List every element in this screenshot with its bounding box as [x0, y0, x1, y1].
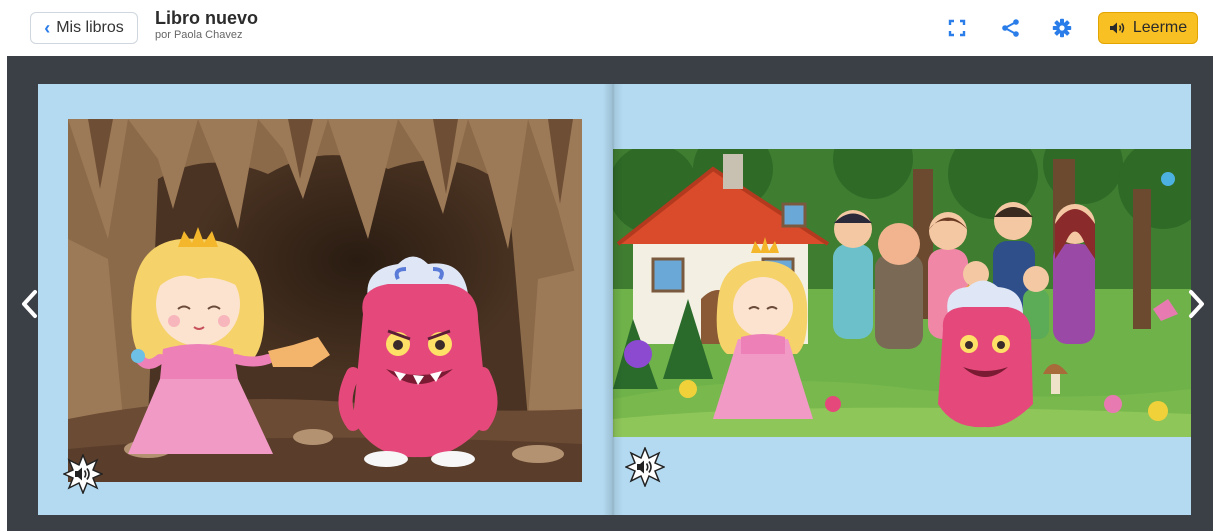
book-author: por Paola Chavez — [155, 29, 243, 41]
top-bar: ‹ Mis libros Libro nuevo por Paola Chave… — [0, 0, 1213, 56]
next-page-button[interactable] — [1183, 286, 1211, 322]
right-page — [613, 84, 1191, 515]
back-button-label: Mis libros — [56, 19, 124, 36]
chevron-left-icon: ‹ — [44, 18, 51, 38]
book-title: Libro nuevo — [155, 8, 258, 28]
speaker-icon — [1109, 22, 1125, 34]
back-to-my-books-button[interactable]: ‹ Mis libros — [30, 12, 138, 44]
speaker-burst-icon[interactable] — [625, 447, 665, 487]
left-page — [38, 84, 613, 515]
read-to-me-button[interactable]: Leerme — [1098, 12, 1198, 44]
chevron-left-icon — [22, 290, 37, 318]
book-viewer — [7, 56, 1213, 531]
read-button-label: Leerme — [1132, 19, 1188, 36]
previous-page-button[interactable] — [15, 286, 43, 322]
share-icon[interactable] — [1000, 17, 1022, 39]
chevron-right-icon — [1189, 290, 1204, 318]
book-title-block: Libro nuevo por Paola Chavez — [155, 8, 258, 42]
forest-illustration — [613, 149, 1191, 437]
speaker-burst-icon[interactable] — [63, 454, 103, 494]
gear-icon[interactable] — [1051, 17, 1073, 39]
fullscreen-icon[interactable] — [946, 17, 968, 39]
cave-illustration — [68, 119, 582, 482]
